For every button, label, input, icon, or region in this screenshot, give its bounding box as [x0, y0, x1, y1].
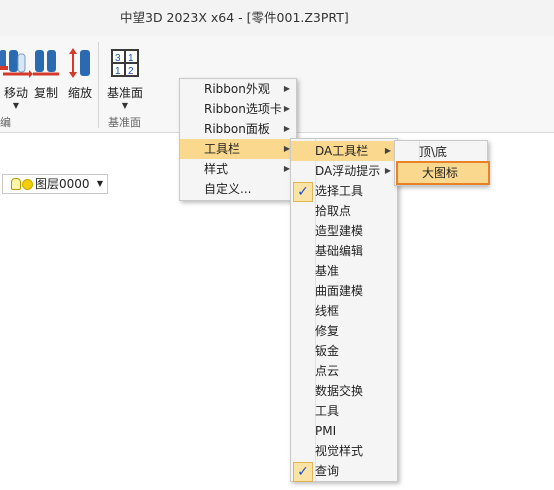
- menu-item-large-icons[interactable]: 大图标: [396, 161, 490, 185]
- svg-text:1: 1: [128, 53, 134, 64]
- menu-item-top-bottom[interactable]: 顶\底: [395, 142, 487, 162]
- menu-item-ribbon-tabs[interactable]: Ribbon选项卡 ▶: [180, 99, 296, 119]
- menu-item-label: 查询: [315, 464, 340, 478]
- menu-item-label: Ribbon外观: [204, 82, 270, 96]
- datum-plane-icon: 3112: [108, 46, 142, 80]
- menu-item-label: 顶\底: [419, 145, 448, 159]
- menu-item-label: 修复: [315, 324, 340, 338]
- window-title: 中望3D 2023X x64 - [零件001.Z3PRT]: [120, 10, 349, 25]
- menu-item-label: PMI: [315, 424, 337, 438]
- svg-text:3: 3: [115, 53, 121, 64]
- menu-item-data-exchange[interactable]: 数据交换: [291, 381, 397, 401]
- menu-item-datum[interactable]: 基准: [291, 261, 397, 281]
- menu-item-label: DA浮动提示: [315, 164, 381, 178]
- ribbon-context-menu: Ribbon外观 ▶ Ribbon选项卡 ▶ Ribbon面板 ▶ 工具栏 ▶ …: [179, 78, 297, 201]
- title-bar: 中望3D 2023X x64 - [零件001.Z3PRT]: [0, 0, 554, 36]
- lightbulb-icon: [11, 178, 21, 190]
- menu-item-repair[interactable]: 修复: [291, 321, 397, 341]
- chevron-right-icon: ▶: [283, 124, 290, 133]
- scale-icon: [63, 46, 97, 80]
- menu-item-point-cloud[interactable]: 点云: [291, 361, 397, 381]
- menu-item-label: 选择工具: [315, 184, 364, 198]
- svg-text:2: 2: [128, 66, 134, 77]
- svg-text:1: 1: [115, 66, 121, 77]
- menu-item-label: Ribbon选项卡: [204, 102, 282, 116]
- chevron-right-icon: ▶: [283, 84, 290, 93]
- group-label-edit: 编: [0, 116, 11, 129]
- chevron-right-icon: ▶: [283, 104, 290, 113]
- menu-item-label: 工具: [315, 404, 340, 418]
- layer-dropdown[interactable]: 图层0000 ▼: [2, 174, 108, 194]
- check-icon: ✓: [293, 182, 313, 202]
- menu-item-tools[interactable]: 工具: [291, 401, 397, 421]
- scale-button[interactable]: 缩放: [60, 46, 100, 126]
- menu-item-label: 基准: [315, 264, 340, 278]
- menu-item-visual-styles[interactable]: 视觉样式: [291, 441, 397, 461]
- menu-item-da-floating-tips[interactable]: DA浮动提示 ▶: [291, 161, 397, 181]
- menu-item-label: 拾取点: [315, 204, 352, 218]
- menu-item-modeling[interactable]: 造型建模: [291, 221, 397, 241]
- menu-item-sheet-metal[interactable]: 钣金: [291, 341, 397, 361]
- menu-item-label: 造型建模: [315, 224, 364, 238]
- menu-item-label: 数据交换: [315, 384, 364, 398]
- menu-item-styles[interactable]: 样式 ▶: [180, 159, 296, 179]
- menu-item-label: 工具栏: [204, 142, 241, 156]
- menu-item-label: 样式: [204, 162, 229, 176]
- menu-item-label: 大图标: [422, 166, 459, 180]
- menu-item-pmi[interactable]: PMI: [291, 421, 397, 441]
- menu-item-toolbars[interactable]: 工具栏 ▶: [180, 139, 296, 159]
- scale-label: 缩放: [67, 86, 92, 100]
- layer-value: 图层0000: [35, 177, 90, 191]
- menu-item-label: 曲面建模: [315, 284, 364, 298]
- menu-item-select-tool[interactable]: ✓ 选择工具: [291, 181, 397, 202]
- layer-color-icon: [22, 179, 33, 190]
- menu-item-label: 钣金: [315, 344, 340, 358]
- menu-item-wireframe[interactable]: 线框: [291, 301, 397, 321]
- menu-item-ribbon-appearance[interactable]: Ribbon外观 ▶: [180, 79, 296, 99]
- menu-item-label: 视觉样式: [315, 444, 364, 458]
- menu-item-da-toolbar[interactable]: DA工具栏 ▶: [291, 141, 397, 161]
- copy-icon: [29, 46, 63, 80]
- datum-plane-label: 基准面: [106, 86, 143, 100]
- ribbon-separator: [98, 42, 99, 128]
- chevron-down-icon: ▼: [121, 101, 129, 110]
- check-icon: ✓: [293, 462, 313, 482]
- menu-item-label: DA工具栏: [315, 144, 369, 158]
- chevron-down-icon: ▼: [96, 179, 103, 188]
- menu-item-ribbon-panels[interactable]: Ribbon面板 ▶: [180, 119, 296, 139]
- toolbar-submenu: DA工具栏 ▶ DA浮动提示 ▶ ✓ 选择工具 拾取点 造型建模 基础编辑 基准…: [290, 138, 398, 482]
- menu-item-label: 基础编辑: [315, 244, 364, 258]
- menu-item-customize[interactable]: 自定义...: [180, 179, 296, 199]
- menu-item-inquiry[interactable]: ✓ 查询: [291, 461, 397, 482]
- menu-item-label: 线框: [315, 304, 340, 318]
- menu-item-surface-modeling[interactable]: 曲面建模: [291, 281, 397, 301]
- group-label-datum: 基准面: [108, 116, 141, 129]
- da-toolbar-submenu: 顶\底 大图标: [394, 140, 490, 186]
- chevron-right-icon: ▶: [384, 166, 391, 175]
- menu-item-pick-point[interactable]: 拾取点: [291, 201, 397, 221]
- chevron-right-icon: ▶: [384, 146, 391, 155]
- menu-item-label: Ribbon面板: [204, 122, 270, 136]
- menu-item-label: 自定义...: [204, 182, 252, 196]
- menu-item-label: 点云: [315, 364, 340, 378]
- menu-item-basic-edit[interactable]: 基础编辑: [291, 241, 397, 261]
